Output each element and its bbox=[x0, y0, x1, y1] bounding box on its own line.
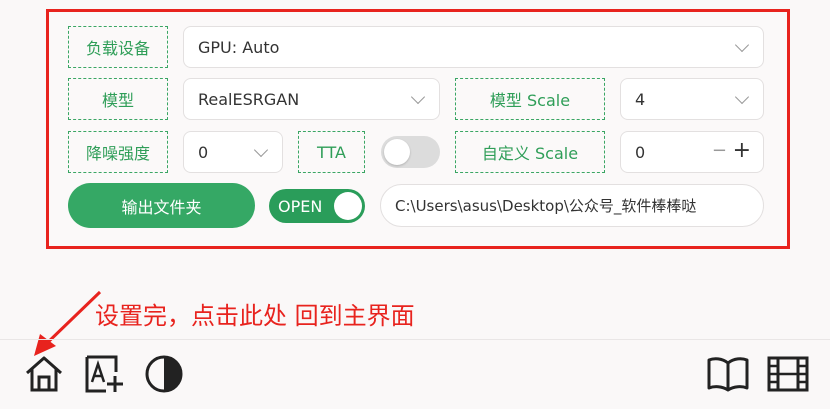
model-label: 模型 bbox=[68, 78, 168, 120]
open-toggle[interactable]: OPEN bbox=[269, 189, 365, 223]
home-icon[interactable] bbox=[24, 355, 64, 393]
model-scale-select[interactable]: 4 bbox=[620, 78, 764, 120]
open-toggle-label: OPEN bbox=[278, 196, 323, 216]
annotation-text: 设置完，点击此处 回到主界面 bbox=[95, 302, 415, 330]
device-select-value: GPU: Auto bbox=[198, 37, 280, 57]
font-add-icon[interactable] bbox=[84, 354, 126, 394]
output-folder-button[interactable]: 输出文件夹 bbox=[68, 183, 255, 228]
device-label: 负载设备 bbox=[68, 26, 168, 68]
tta-label: TTA bbox=[298, 131, 365, 173]
denoise-select[interactable]: 0 bbox=[183, 131, 283, 173]
open-toggle-knob bbox=[334, 192, 362, 220]
model-scale-label: 模型 Scale bbox=[455, 78, 605, 120]
film-icon[interactable] bbox=[767, 356, 809, 392]
output-path-value: C:\Users\asus\Desktop\公众号_软件棒棒哒 bbox=[395, 197, 697, 215]
book-icon[interactable] bbox=[706, 355, 750, 393]
denoise-label: 降噪强度 bbox=[68, 131, 168, 173]
model-select[interactable]: RealESRGAN bbox=[183, 78, 440, 120]
tta-toggle[interactable] bbox=[381, 136, 440, 168]
contrast-icon[interactable] bbox=[144, 354, 184, 394]
model-scale-value: 4 bbox=[635, 89, 646, 109]
model-select-value: RealESRGAN bbox=[198, 89, 300, 109]
custom-scale-stepper[interactable]: 0 − + bbox=[620, 131, 764, 173]
toolbar-divider bbox=[0, 339, 830, 340]
output-path-field[interactable]: C:\Users\asus\Desktop\公众号_软件棒棒哒 bbox=[380, 184, 764, 227]
denoise-value: 0 bbox=[198, 142, 209, 162]
stepper-plus-button[interactable]: + bbox=[733, 138, 751, 163]
chevron-down-icon bbox=[734, 89, 750, 105]
custom-scale-value: 0 bbox=[635, 142, 646, 162]
chevron-down-icon bbox=[253, 142, 269, 158]
chevron-down-icon bbox=[410, 89, 426, 105]
stepper-minus-button[interactable]: − bbox=[712, 140, 727, 161]
device-select[interactable]: GPU: Auto bbox=[183, 26, 764, 68]
chevron-down-icon bbox=[734, 37, 750, 53]
custom-scale-label: 自定义 Scale bbox=[455, 131, 605, 173]
tta-toggle-knob bbox=[384, 139, 410, 165]
